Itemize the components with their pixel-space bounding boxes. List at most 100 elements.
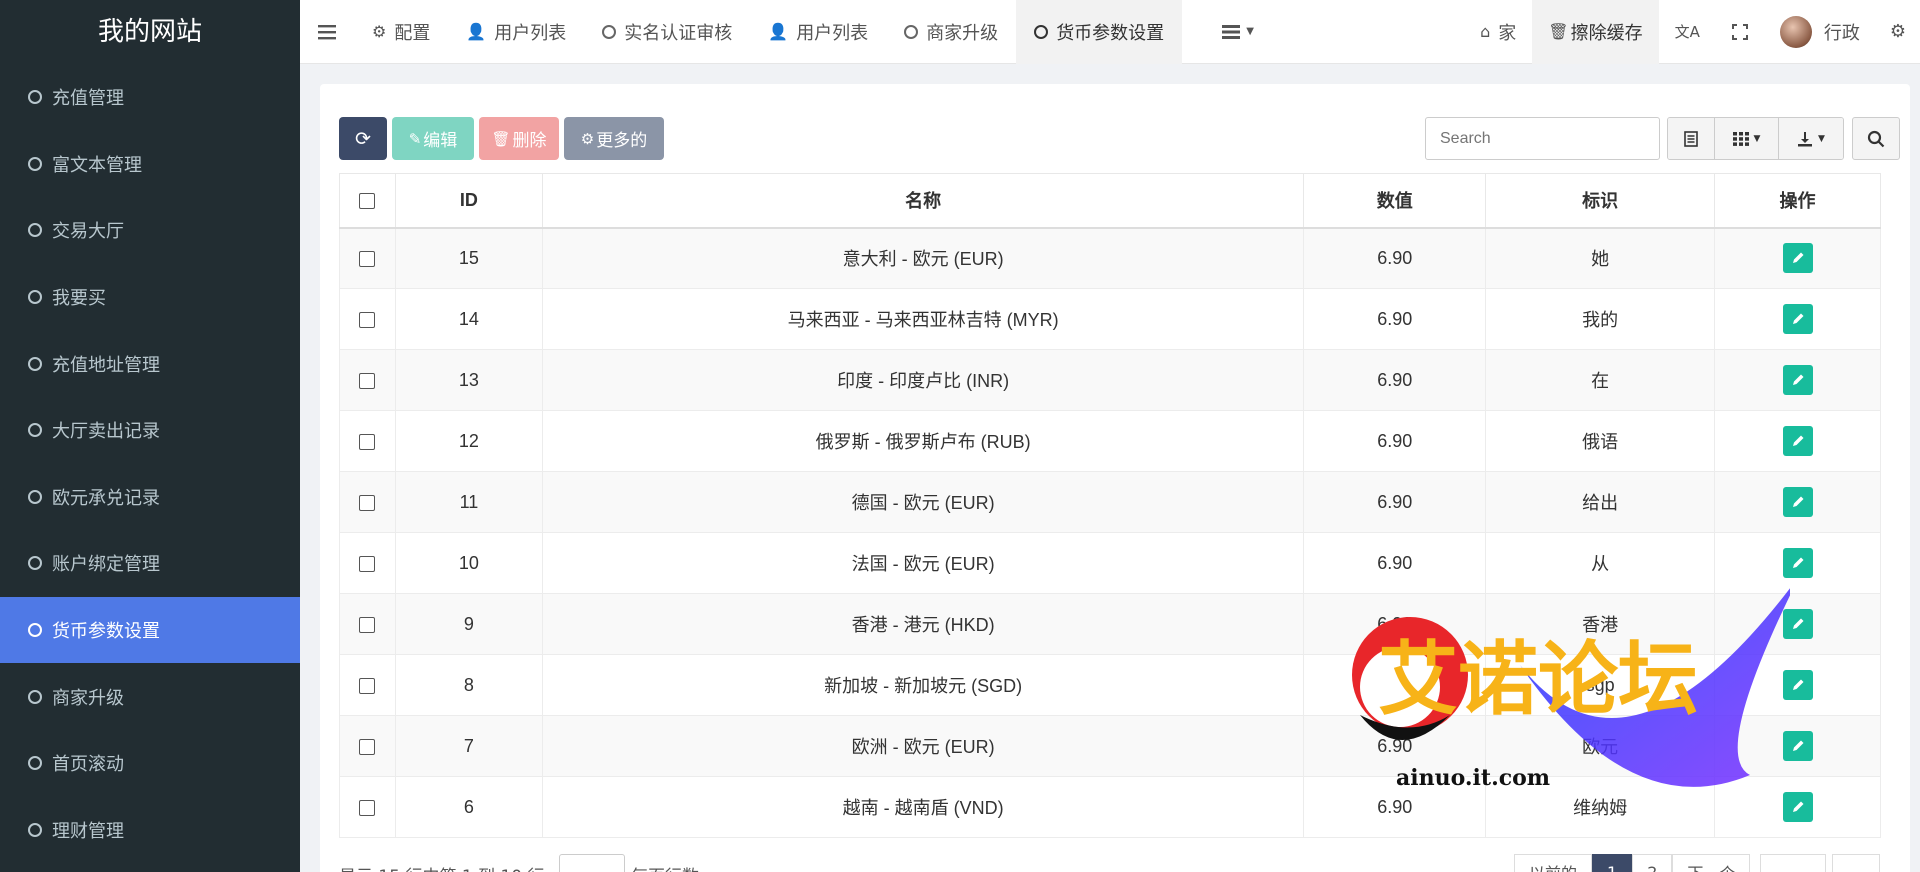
row-edit-button[interactable] bbox=[1782, 487, 1813, 517]
tab[interactable]: 实名认证审核 bbox=[584, 0, 750, 64]
row-edit-button[interactable] bbox=[1782, 365, 1813, 395]
table-row[interactable]: 9 香港 - 港元 (HKD) 6.90 香港 bbox=[339, 593, 1881, 655]
tab-label: 用户列表 bbox=[494, 22, 567, 44]
row-edit-button[interactable] bbox=[1782, 731, 1813, 761]
page-1-button[interactable]: 1 bbox=[1592, 854, 1633, 872]
pencil-icon bbox=[1792, 313, 1804, 324]
table-row[interactable]: 10 法国 - 欧元 (EUR) 6.90 从 bbox=[339, 532, 1881, 594]
more-button[interactable]: ⚙ 更多的 bbox=[564, 117, 664, 160]
sidebar-item[interactable]: 账户绑定管理 bbox=[0, 530, 300, 597]
clear-cache-button[interactable]: 🗑 擦除缓存 bbox=[1532, 0, 1659, 64]
row-checkbox[interactable] bbox=[359, 555, 376, 572]
tab[interactable]: 👤 用户列表 bbox=[750, 0, 886, 64]
cell-name: 新加坡 - 新加坡元 (SGD) bbox=[541, 654, 1305, 716]
row-checkbox[interactable] bbox=[359, 677, 376, 694]
header-id[interactable]: ID bbox=[394, 173, 543, 229]
page-jump-button[interactable] bbox=[1832, 854, 1881, 872]
row-checkbox[interactable] bbox=[359, 251, 376, 267]
export-dropdown-button[interactable]: ▼ bbox=[1779, 118, 1843, 159]
row-checkbox[interactable] bbox=[359, 372, 376, 389]
table-row[interactable]: 12 俄罗斯 - 俄罗斯卢布 (RUB) 6.90 俄语 bbox=[339, 410, 1881, 472]
tab[interactable]: 👤 用户列表 bbox=[448, 0, 584, 64]
tab[interactable]: 货币参数设置 bbox=[1016, 0, 1183, 64]
sidebar-item[interactable]: 充值地址管理 bbox=[0, 330, 300, 397]
user-menu[interactable]: 行政 bbox=[1764, 0, 1876, 64]
row-edit-button[interactable] bbox=[1782, 670, 1813, 700]
row-edit-button[interactable] bbox=[1782, 792, 1813, 822]
sidebar-item[interactable]: 商家升级 bbox=[0, 663, 300, 730]
sidebar-item-label: 欧元承兑记录 bbox=[52, 487, 160, 509]
row-edit-button[interactable] bbox=[1782, 548, 1813, 578]
sidebar-item[interactable]: 理财管理 bbox=[0, 797, 300, 864]
list-icon bbox=[1222, 24, 1241, 39]
sidebar-item[interactable]: 货币参数设置 bbox=[0, 596, 300, 664]
table-row[interactable]: 11 德国 - 欧元 (EUR) 6.90 给出 bbox=[339, 471, 1881, 533]
row-edit-button[interactable] bbox=[1782, 426, 1813, 456]
sidebar-item[interactable]: 我要买 bbox=[0, 264, 300, 331]
sidebar-item-label: 我要买 bbox=[52, 288, 106, 310]
row-checkbox[interactable] bbox=[359, 799, 376, 816]
sidebar-item[interactable]: 交易大厅 bbox=[0, 197, 300, 264]
delete-button[interactable]: 🗑 删除 bbox=[479, 117, 559, 160]
row-edit-button[interactable] bbox=[1782, 609, 1813, 639]
row-checkbox[interactable] bbox=[359, 433, 376, 450]
table-row[interactable]: 8 新加坡 - 新加坡元 (SGD) 6.90 sgp bbox=[339, 654, 1881, 716]
table-row[interactable]: 15 意大利 - 欧元 (EUR) 6.90 她 bbox=[339, 227, 1881, 289]
fullscreen-icon bbox=[1731, 23, 1748, 40]
advanced-search-button[interactable] bbox=[1852, 117, 1900, 160]
row-select-cell bbox=[339, 288, 396, 350]
more-tabs-dropdown[interactable]: ▼ bbox=[1202, 0, 1274, 64]
cell-operation bbox=[1714, 227, 1881, 289]
page-2-button[interactable]: 2 bbox=[1632, 854, 1673, 872]
header-name[interactable]: 名称 bbox=[541, 173, 1305, 229]
select-all-checkbox[interactable] bbox=[359, 193, 376, 209]
cell-name: 德国 - 欧元 (EUR) bbox=[541, 471, 1305, 533]
toggle-view-button[interactable] bbox=[1668, 118, 1715, 159]
refresh-button[interactable]: ⟳ bbox=[339, 117, 387, 160]
prev-page-button[interactable]: 以前的 bbox=[1514, 854, 1593, 872]
sidebar-item[interactable]: 富文本管理 bbox=[0, 131, 300, 198]
fullscreen-button[interactable] bbox=[1716, 0, 1764, 64]
cell-tag: 香港 bbox=[1485, 593, 1716, 655]
next-page-button[interactable]: 下一个 bbox=[1672, 854, 1751, 872]
cell-value: 6.90 bbox=[1303, 471, 1487, 533]
sidebar-item[interactable]: 欧元承兑记录 bbox=[0, 464, 300, 531]
tab[interactable]: ⚙ 配置 bbox=[354, 0, 448, 64]
row-checkbox[interactable] bbox=[359, 311, 376, 328]
language-button[interactable]: 文A bbox=[1659, 0, 1716, 64]
sidebar-item[interactable]: 大厅卖出记录 bbox=[0, 397, 300, 464]
row-edit-button[interactable] bbox=[1782, 243, 1813, 274]
sidebar-item-label: 账户绑定管理 bbox=[52, 554, 160, 576]
row-checkbox[interactable] bbox=[359, 616, 376, 633]
cell-id: 12 bbox=[394, 410, 543, 472]
row-checkbox[interactable] bbox=[359, 494, 376, 511]
table-row[interactable]: 13 印度 - 印度卢比 (INR) 6.90 在 bbox=[339, 349, 1881, 411]
caret-down-icon: ▼ bbox=[1818, 133, 1825, 144]
sidebar-item[interactable]: 充值管理 bbox=[0, 64, 300, 131]
row-edit-button[interactable] bbox=[1782, 304, 1813, 334]
sidebar-toggle-button[interactable] bbox=[300, 0, 354, 64]
cell-value: 6.90 bbox=[1303, 532, 1487, 594]
table-row[interactable]: 14 马来西亚 - 马来西亚林吉特 (MYR) 6.90 我的 bbox=[339, 288, 1881, 350]
brand-title[interactable]: 我的网站 bbox=[0, 0, 300, 64]
sidebar-item[interactable]: 首页滚动 bbox=[0, 730, 300, 797]
table-row[interactable]: 7 欧洲 - 欧元 (EUR) 6.90 欧元 bbox=[339, 715, 1881, 777]
settings-button[interactable]: ⚙ bbox=[1876, 0, 1920, 64]
page-jump-input[interactable] bbox=[1760, 854, 1827, 872]
search-input[interactable] bbox=[1425, 117, 1660, 160]
header-value[interactable]: 数值 bbox=[1303, 173, 1487, 229]
home-link[interactable]: ⌂ 家 bbox=[1464, 0, 1532, 64]
sidebar-item-label: 充值管理 bbox=[52, 88, 124, 110]
header-tag[interactable]: 标识 bbox=[1485, 173, 1716, 229]
refresh-icon: ⟳ bbox=[355, 127, 371, 150]
cell-operation bbox=[1714, 715, 1881, 777]
edit-button[interactable]: ✎ 编辑 bbox=[392, 117, 474, 160]
row-checkbox[interactable] bbox=[359, 738, 376, 755]
cell-operation bbox=[1714, 410, 1881, 472]
table-row[interactable]: 6 越南 - 越南盾 (VND) 6.90 维纳姆 bbox=[339, 776, 1881, 838]
columns-dropdown-button[interactable]: ▼ bbox=[1715, 118, 1779, 159]
grid-icon bbox=[1732, 131, 1749, 146]
tab[interactable]: 商家升级 bbox=[886, 0, 1016, 64]
page-size-select[interactable] bbox=[559, 854, 625, 872]
pencil-icon bbox=[1792, 557, 1804, 568]
